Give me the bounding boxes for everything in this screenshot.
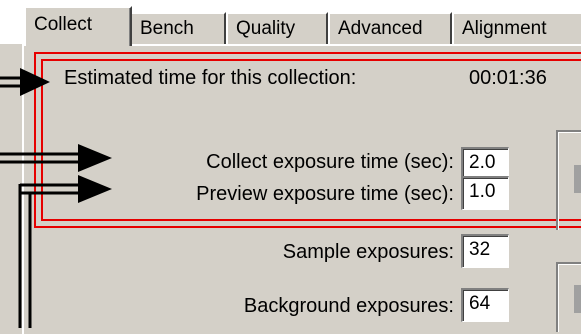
collect-exposure-arrow xyxy=(0,144,112,172)
tab-collect[interactable]: Collect xyxy=(24,6,132,46)
annotation-overlay xyxy=(0,68,112,328)
pointer-line-vertical xyxy=(18,184,32,328)
estimated-time-arrow xyxy=(0,68,50,96)
preview-exposure-arrow xyxy=(20,175,112,203)
